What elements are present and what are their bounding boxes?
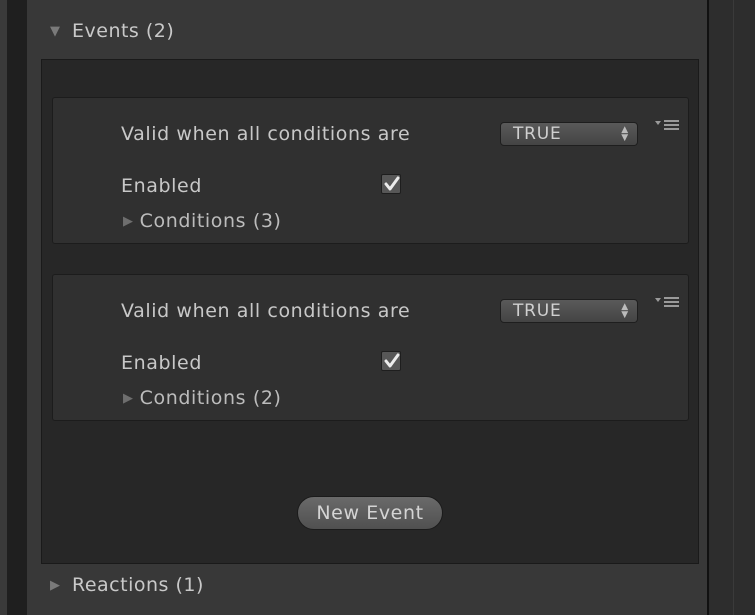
enabled-checkbox[interactable] [381, 351, 401, 371]
new-event-button[interactable]: New Event [297, 496, 443, 530]
triangle-right-icon: ▶ [123, 213, 134, 229]
triangle-right-icon: ▶ [123, 390, 134, 406]
window-left-border [0, 0, 7, 615]
reactions-foldout-label: Reactions (1) [72, 574, 204, 596]
context-menu-icon[interactable] [654, 295, 682, 311]
conditions-foldout[interactable]: ▶ Conditions (2) [123, 387, 282, 409]
events-foldout-label: Events (2) [72, 20, 175, 42]
conditions-foldout[interactable]: ▶ Conditions (3) [123, 210, 282, 232]
conditions-foldout-label: Conditions (2) [139, 387, 282, 409]
reactions-foldout[interactable]: ▶ Reactions (1) [50, 574, 204, 596]
validity-dropdown[interactable]: TRUE ▲ ▼ [500, 122, 638, 146]
inspector-scrollbar-area[interactable] [707, 0, 755, 615]
up-down-icon: ▲ ▼ [621, 125, 629, 143]
enabled-label: Enabled [121, 352, 202, 374]
enabled-checkbox[interactable] [381, 174, 401, 194]
context-menu-icon[interactable] [654, 118, 682, 134]
validity-dropdown-value: TRUE [513, 301, 562, 321]
up-down-icon: ▲ ▼ [621, 302, 629, 320]
validity-dropdown-value: TRUE [513, 124, 562, 144]
enabled-label: Enabled [121, 175, 202, 197]
event-card: Valid when all conditions are TRUE ▲ ▼ En… [52, 274, 689, 421]
checkmark-icon [384, 353, 400, 368]
triangle-right-icon: ▶ [50, 577, 61, 593]
scrollbar-divider [733, 0, 734, 615]
checkmark-icon [384, 176, 400, 191]
valid-condition-label: Valid when all conditions are [121, 300, 411, 322]
validity-dropdown[interactable]: TRUE ▲ ▼ [500, 299, 638, 323]
valid-condition-label: Valid when all conditions are [121, 123, 411, 145]
triangle-down-icon: ▼ [50, 23, 61, 39]
events-foldout[interactable]: ▼ Events (2) [50, 20, 174, 42]
inspector-left-gutter [7, 0, 28, 615]
events-list: Valid when all conditions are TRUE ▲ ▼ En… [41, 59, 699, 564]
conditions-foldout-label: Conditions (3) [139, 210, 282, 232]
event-card: Valid when all conditions are TRUE ▲ ▼ En… [52, 97, 689, 244]
